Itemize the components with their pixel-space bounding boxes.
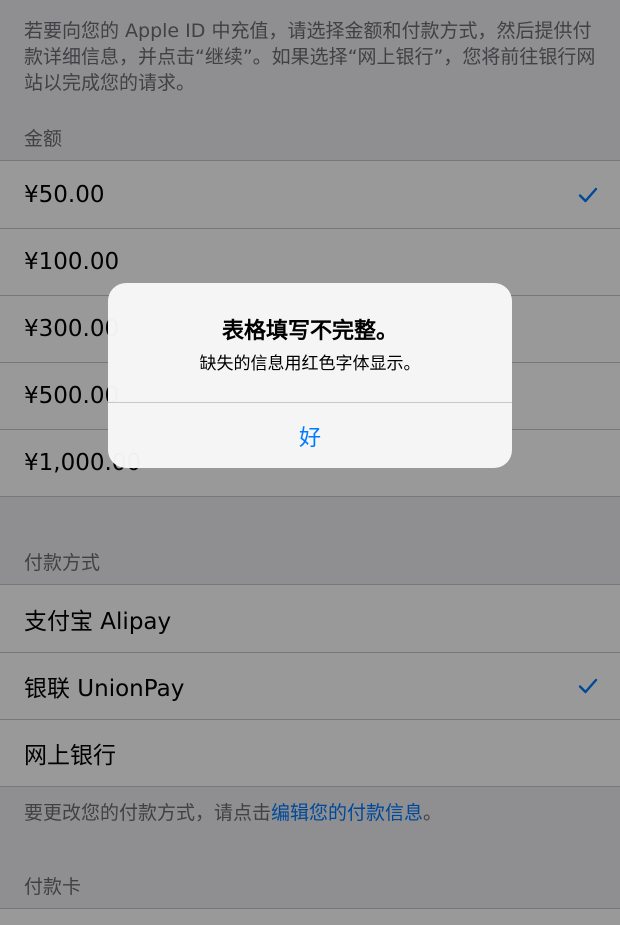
alert-title: 表格填写不完整。 [221, 319, 398, 344]
alert-message: 缺失的信息用红色字体显示。 [199, 354, 421, 374]
incomplete-form-alert: 表格填写不完整。 缺失的信息用红色字体显示。 好 [108, 283, 512, 468]
alert-ok-button[interactable]: 好 [108, 403, 512, 468]
